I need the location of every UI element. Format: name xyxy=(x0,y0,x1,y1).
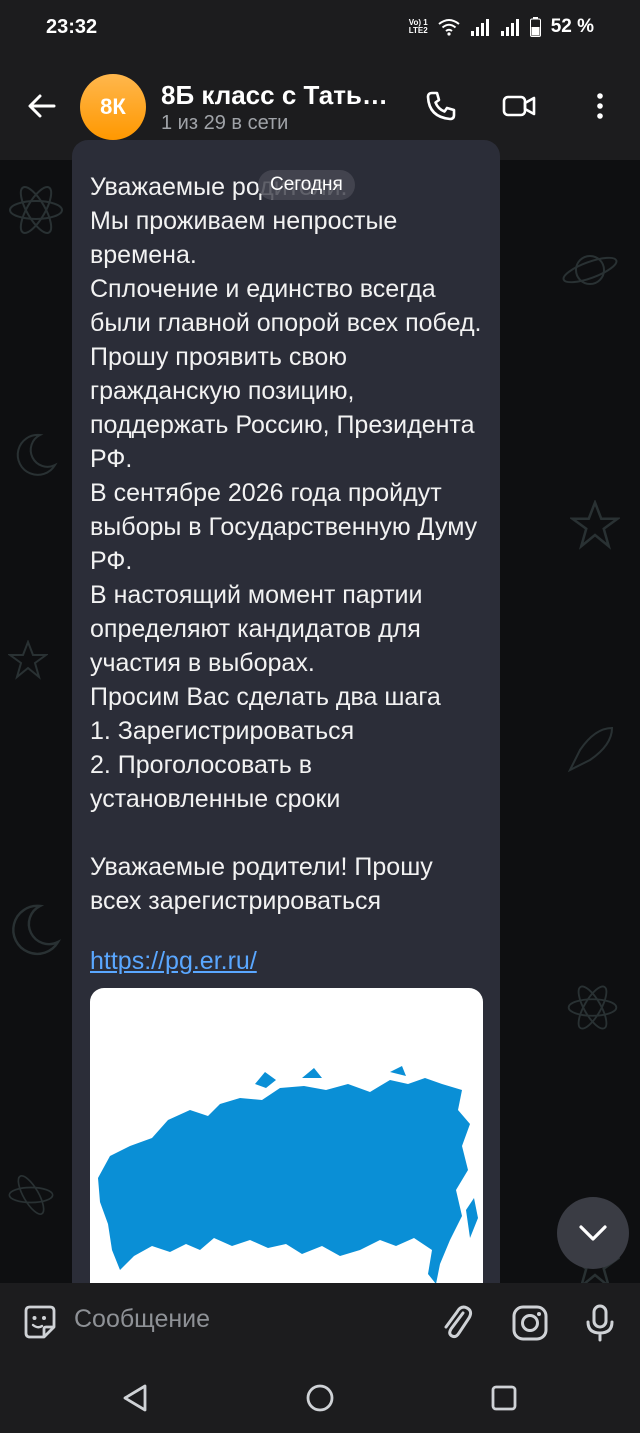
status-indicators: Vo) 1 LTE2 52 % xyxy=(409,16,594,38)
planet-doodle-icon xyxy=(562,255,618,285)
volte-indicator: Vo) 1 LTE2 xyxy=(408,18,428,35)
sticker-emoji-icon[interactable] xyxy=(20,1303,60,1343)
chat-title[interactable]: 8Б класс с Тать… xyxy=(161,80,388,111)
message-link[interactable]: https://pg.er.ru/ xyxy=(90,944,257,978)
chat-avatar[interactable]: 8К xyxy=(80,74,146,140)
atom-doodle-icon-3 xyxy=(567,985,618,1030)
video-call-icon[interactable] xyxy=(501,88,537,124)
atom-doodle-icon xyxy=(9,186,63,234)
status-bar: 23:32 Vo) 1 LTE2 52 % xyxy=(0,0,640,56)
scroll-down-button[interactable] xyxy=(557,1197,629,1269)
message-input[interactable]: Сообщение xyxy=(74,1305,210,1334)
battery-percent: 52 % xyxy=(550,16,594,37)
camera-icon[interactable] xyxy=(510,1303,550,1343)
system-navigation-bar xyxy=(0,1363,640,1433)
more-menu-icon[interactable] xyxy=(582,88,618,124)
wifi-icon xyxy=(438,19,460,36)
rocket-doodle-icon xyxy=(567,726,614,773)
status-time: 23:32 xyxy=(46,16,98,38)
star-doodle-icon-2 xyxy=(570,500,620,550)
date-separator: Сегодня xyxy=(258,170,355,200)
message-text: Уважаемые родители. Мы проживаем непрост… xyxy=(90,173,482,915)
nav-back-icon[interactable] xyxy=(119,1381,153,1415)
signal-icon-2 xyxy=(500,19,519,36)
atom-doodle-icon-2 xyxy=(8,1175,54,1215)
moon-doodle-icon xyxy=(16,433,58,476)
chevron-down-icon xyxy=(579,1225,607,1241)
microphone-icon[interactable] xyxy=(580,1303,620,1343)
back-arrow-icon[interactable] xyxy=(24,88,60,124)
nav-recents-icon[interactable] xyxy=(487,1381,521,1415)
russia-map-image xyxy=(98,1066,478,1284)
moon-doodle-icon-2 xyxy=(12,904,62,956)
phone-icon[interactable] xyxy=(423,88,459,124)
online-status: 1 из 29 в сети xyxy=(161,112,289,134)
paperclip-icon[interactable] xyxy=(437,1303,477,1343)
battery-icon xyxy=(529,17,541,37)
nav-home-icon[interactable] xyxy=(303,1381,337,1415)
link-preview-image[interactable] xyxy=(90,988,483,1308)
star-doodle-icon xyxy=(8,640,48,680)
signal-icon-1 xyxy=(470,19,489,36)
message-composer: Сообщение xyxy=(0,1283,640,1363)
